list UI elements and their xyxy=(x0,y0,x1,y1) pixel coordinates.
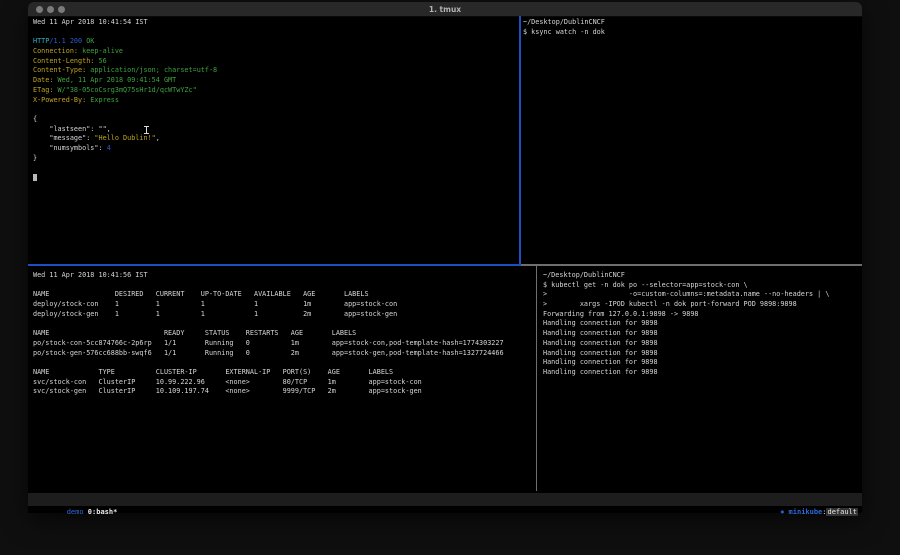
terminal-line: Content-Length: 56 xyxy=(33,57,523,67)
terminal-line: "numsymbols": 4 xyxy=(33,144,523,154)
terminal-line: $ kubectl get -n dok po --selector=app=s… xyxy=(543,281,866,291)
terminal-line: } xyxy=(33,154,523,164)
pane-ksync-watch[interactable]: ~/Desktop/DublinCNCF$ ksync watch -n dok xyxy=(522,16,863,264)
terminal-line: { xyxy=(33,115,523,125)
terminal-line: ~/Desktop/DublinCNCF xyxy=(523,18,863,28)
terminal-line: HTTP/1.1 200 OK xyxy=(33,37,523,47)
pane-kubectl-resources[interactable]: Wed 11 Apr 2018 10:41:56 IST NAME DESIRE… xyxy=(28,266,540,497)
kubernetes-helm-icon: ⎈ xyxy=(780,508,788,516)
status-right: ⎈ minikube:default xyxy=(746,493,858,532)
terminal-line: ~/Desktop/DublinCNCF xyxy=(543,271,866,281)
text-cursor-pointer xyxy=(146,126,147,134)
terminal-line: Content-Type: application/json; charset=… xyxy=(33,66,523,76)
tmux-session-name: demo xyxy=(67,508,88,516)
terminal-line: NAME TYPE CLUSTER-IP EXTERNAL-IP PORT(S)… xyxy=(33,368,540,378)
terminal-line: Forwarding from 127.0.0.1:9898 -> 9898 xyxy=(543,310,866,320)
terminal-line: > -o=custom-columns=:metadata.name --no-… xyxy=(543,290,866,300)
pane-port-forward[interactable]: ~/Desktop/DublinCNCF$ kubectl get -n dok… xyxy=(539,266,866,497)
pane-divider-vertical[interactable] xyxy=(536,266,537,491)
terminal-line: Handling connection for 9898 xyxy=(543,319,866,329)
tmux-window-label[interactable]: 0:bash* xyxy=(88,508,118,516)
terminal-line: ETag: W/"38-05coCsrg3mQ75sHr1d/qcWTwYZc" xyxy=(33,86,523,96)
terminal-line: Handling connection for 9898 xyxy=(543,349,866,359)
terminal-line: Wed 11 Apr 2018 10:41:54 IST xyxy=(33,18,523,28)
kube-context: minikube xyxy=(789,508,823,516)
terminal-window: 1. tmux Wed 11 Apr 2018 10:41:54 IST HTT… xyxy=(28,2,862,513)
terminal-line: Handling connection for 9898 xyxy=(543,339,866,349)
terminal-line: deploy/stock-gen 1 1 1 1 2m app=stock-ge… xyxy=(33,310,540,320)
terminal-line xyxy=(33,281,540,291)
terminal-line: Connection: keep-alive xyxy=(33,47,523,57)
terminal-line xyxy=(33,163,523,173)
terminal-line: Handling connection for 9898 xyxy=(543,358,866,368)
terminal-line: "lastseen": "", xyxy=(33,125,523,135)
terminal-line: NAME READY STATUS RESTARTS AGE LABELS xyxy=(33,329,540,339)
terminal-line: X-Powered-By: Express xyxy=(33,96,523,106)
window-title: 1. tmux xyxy=(28,5,862,14)
terminal-line: Date: Wed, 11 Apr 2018 09:41:54 GMT xyxy=(33,76,523,86)
terminal-line: svc/stock-gen ClusterIP 10.109.197.74 <n… xyxy=(33,387,540,397)
terminal-line xyxy=(33,28,523,38)
terminal-line: po/stock-gen-576cc688bb-swqf6 1/1 Runnin… xyxy=(33,349,540,359)
terminal-line: Handling connection for 9898 xyxy=(543,368,866,378)
tmux-status-bar: demo 0:bash* ⎈ minikube:default xyxy=(28,493,862,506)
terminal-content: Wed 11 Apr 2018 10:41:54 IST HTTP/1.1 20… xyxy=(28,16,862,513)
status-left: demo 0:bash* xyxy=(33,493,117,532)
terminal-line xyxy=(33,319,540,329)
terminal-line: deploy/stock-con 1 1 1 1 1m app=stock-co… xyxy=(33,300,540,310)
terminal-line: "message": "Hello Dublin!", xyxy=(33,134,523,144)
kube-namespace: default xyxy=(826,508,858,516)
active-pane-divider-vertical[interactable] xyxy=(519,16,521,264)
terminal-line: Handling connection for 9898 xyxy=(543,329,866,339)
terminal-line xyxy=(33,105,523,115)
terminal-line: po/stock-con-5cc874766c-2p6rp 1/1 Runnin… xyxy=(33,339,540,349)
terminal-line: $ ksync watch -n dok xyxy=(523,28,863,38)
pane-http-response[interactable]: Wed 11 Apr 2018 10:41:54 IST HTTP/1.1 20… xyxy=(28,16,523,264)
window-titlebar[interactable]: 1. tmux xyxy=(28,2,862,17)
terminal-line: Wed 11 Apr 2018 10:41:56 IST xyxy=(33,271,540,281)
terminal-line xyxy=(33,358,540,368)
terminal-line: svc/stock-con ClusterIP 10.99.222.96 <no… xyxy=(33,378,540,388)
terminal-line: NAME DESIRED CURRENT UP-TO-DATE AVAILABL… xyxy=(33,290,540,300)
terminal-line: > xargs -IPOD kubectl -n dok port-forwar… xyxy=(543,300,866,310)
terminal-line xyxy=(33,173,523,183)
